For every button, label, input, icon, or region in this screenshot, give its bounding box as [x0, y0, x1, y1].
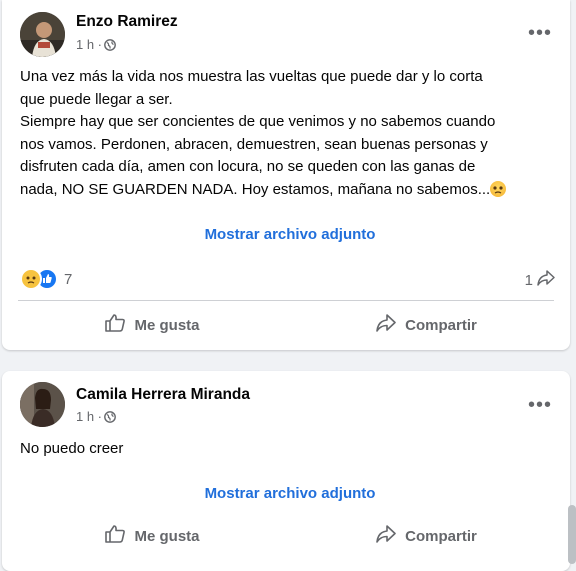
more-dots-icon[interactable]: •••: [528, 395, 552, 415]
like-button[interactable]: Me gusta: [18, 518, 286, 554]
like-icon: [104, 524, 126, 548]
reactions-summary[interactable]: 7: [20, 268, 72, 290]
share-icon: [375, 313, 397, 337]
globe-icon[interactable]: [104, 38, 116, 51]
more-dots-icon[interactable]: •••: [528, 23, 552, 43]
post-text-line: Una vez más la vida nos muestra las vuel…: [20, 68, 483, 85]
reaction-count[interactable]: 7: [64, 271, 72, 288]
show-attachment-link[interactable]: Mostrar archivo adjunto: [2, 485, 570, 502]
author-name[interactable]: Enzo Ramirez: [76, 13, 178, 31]
post-text-line: nos vamos. Perdonen, abracen, demuestren…: [20, 135, 488, 153]
post-text: No puedo creer: [20, 438, 540, 461]
show-attachment-label[interactable]: Mostrar archivo adjunto: [205, 226, 376, 243]
like-icon: [104, 313, 126, 337]
like-button[interactable]: Me gusta: [18, 307, 286, 343]
like-label: Me gusta: [134, 527, 200, 545]
post-time[interactable]: 1 h ·: [76, 37, 102, 52]
like-label: Me gusta: [134, 316, 200, 334]
scrollbar[interactable]: [568, 505, 576, 564]
post-text-line-last: nada, NO SE GUARDEN NADA. Hoy estamos, m…: [20, 179, 540, 202]
post-text-line: disfruten cada día, amen con locura, no …: [20, 158, 476, 175]
post-card: Enzo Ramirez 1 h · ••• Una vez más la vi…: [2, 0, 570, 350]
share-label: Compartir: [405, 316, 477, 334]
post-text-line: Siempre hay que ser concientes de que ve…: [20, 113, 496, 130]
post-text-line: No puedo creer: [20, 440, 124, 457]
share-count[interactable]: 1: [525, 269, 556, 291]
divider: [18, 300, 554, 301]
show-attachment-label[interactable]: Mostrar archivo adjunto: [205, 485, 376, 502]
share-label: Compartir: [405, 527, 477, 545]
post-text-line: que puede llegar a ser.: [20, 90, 173, 108]
post-time[interactable]: 1 h ·: [76, 409, 102, 424]
author-name[interactable]: Camila Herrera Miranda: [76, 386, 250, 404]
post-text: Una vez más la vida nos muestra las vuel…: [20, 66, 540, 201]
share-button[interactable]: Compartir: [292, 518, 560, 554]
share-icon: [375, 524, 397, 548]
post-meta: 1 h ·: [76, 409, 116, 424]
avatar[interactable]: [20, 382, 65, 427]
sad-emoji-icon: [490, 180, 507, 197]
sad-reaction-icon: [20, 268, 42, 290]
show-attachment-link[interactable]: Mostrar archivo adjunto: [2, 226, 570, 243]
share-count-value[interactable]: 1: [525, 272, 533, 289]
post-text-line: nada, NO SE GUARDEN NADA. Hoy estamos, m…: [20, 180, 491, 198]
globe-icon[interactable]: [104, 410, 116, 423]
post-meta: 1 h ·: [76, 37, 116, 52]
post-card: Camila Herrera Miranda 1 h · ••• No pued…: [2, 371, 570, 571]
share-button[interactable]: Compartir: [292, 307, 560, 343]
avatar[interactable]: [20, 12, 65, 57]
share-count-icon: [536, 269, 556, 291]
